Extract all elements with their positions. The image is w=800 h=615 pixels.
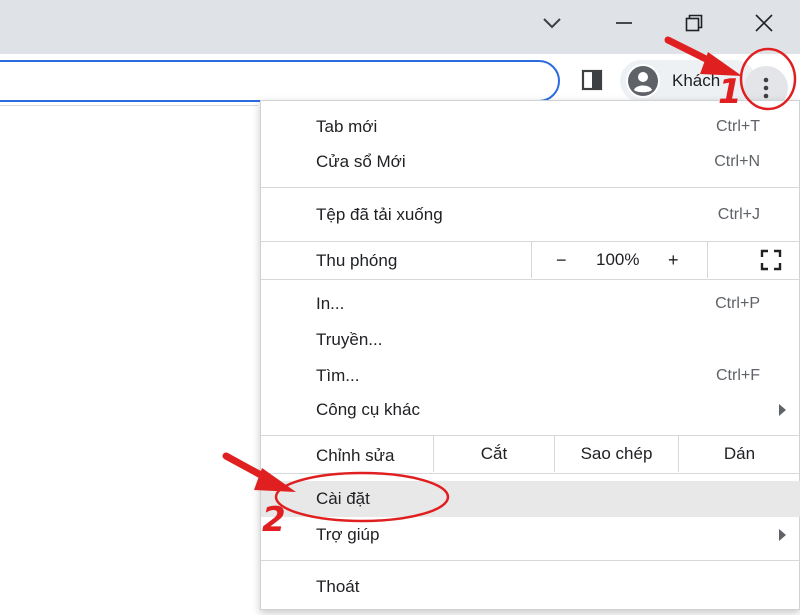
fullscreen-icon — [760, 249, 782, 271]
menu-item-shortcut: Ctrl+P — [715, 295, 760, 312]
step-1-label: 1 — [718, 72, 742, 112]
cut-button[interactable]: Cắt — [433, 436, 554, 472]
paste-button[interactable]: Dán — [678, 436, 800, 472]
menu-row-edit: Chỉnh sửa Cắt Sao chép Dán — [261, 436, 800, 472]
menu-item-label: Tệp đã tải xuống — [316, 205, 443, 224]
side-panel-icon — [581, 69, 603, 91]
menu-item-label: Cài đặt — [316, 489, 370, 508]
menu-item-new-tab[interactable]: Tab mới Ctrl+T — [261, 109, 800, 145]
menu-item-shortcut: Ctrl+T — [716, 118, 760, 135]
toolbar: Khách — [0, 54, 800, 110]
menu-row-zoom: Thu phóng − 100% + — [261, 242, 800, 278]
edit-label: Chỉnh sửa — [316, 446, 395, 465]
tab-search-button[interactable] — [532, 0, 572, 46]
menu-item-label: Thoát — [316, 577, 360, 596]
restore-button[interactable] — [674, 0, 714, 46]
menu-item-label: Tìm... — [316, 366, 360, 385]
minimize-icon — [616, 22, 632, 24]
address-bar[interactable] — [0, 60, 560, 102]
menu-separator — [261, 187, 800, 188]
submenu-arrow-icon — [779, 529, 786, 541]
toolbar-divider — [0, 105, 258, 106]
menu-item-shortcut: Ctrl+N — [714, 153, 760, 170]
browser-window: Khách Tab mới Ctrl+T Cửa sổ Mới Ctrl+N T… — [0, 0, 800, 615]
menu-item-cast[interactable]: Truyền... — [261, 322, 800, 358]
avatar — [626, 64, 660, 98]
step-2-label: 2 — [262, 500, 286, 540]
menu-item-find[interactable]: Tìm... Ctrl+F — [261, 358, 800, 394]
three-dots-vertical-icon — [763, 77, 769, 99]
chrome-menu: Tab mới Ctrl+T Cửa sổ Mới Ctrl+N Tệp đã … — [260, 100, 800, 610]
menu-item-print[interactable]: In... Ctrl+P — [261, 286, 800, 322]
menu-item-new-window[interactable]: Cửa sổ Mới Ctrl+N — [261, 144, 800, 180]
close-button[interactable] — [744, 0, 784, 46]
menu-item-more-tools[interactable]: Công cụ khác — [261, 392, 800, 428]
chevron-down-icon — [543, 18, 561, 29]
menu-item-exit[interactable]: Thoát — [261, 569, 800, 605]
zoom-controls: − 100% + — [531, 242, 707, 278]
side-panel-button[interactable] — [580, 68, 604, 92]
menu-item-shortcut: Ctrl+F — [716, 367, 760, 384]
menu-item-label: In... — [316, 294, 345, 313]
profile-name: Khách — [672, 71, 721, 90]
menu-separator — [261, 279, 800, 280]
copy-button[interactable]: Sao chép — [554, 436, 678, 472]
title-bar — [0, 0, 800, 54]
menu-item-help[interactable]: Trợ giúp — [261, 517, 800, 553]
close-icon — [755, 14, 773, 32]
menu-item-label: Tab mới — [316, 117, 378, 136]
zoom-in-button[interactable]: + — [668, 250, 679, 271]
menu-item-label: Công cụ khác — [316, 400, 420, 419]
menu-item-shortcut: Ctrl+J — [717, 206, 760, 223]
minimize-button[interactable] — [604, 0, 644, 46]
user-icon — [628, 66, 658, 96]
menu-item-label: Truyền... — [316, 330, 383, 349]
submenu-arrow-icon — [779, 404, 786, 416]
menu-item-downloads[interactable]: Tệp đã tải xuống Ctrl+J — [261, 197, 800, 233]
menu-separator — [261, 560, 800, 561]
zoom-level: 100% — [596, 250, 640, 269]
menu-separator — [261, 473, 800, 474]
zoom-label: Thu phóng — [316, 251, 398, 270]
fullscreen-button[interactable] — [707, 242, 800, 278]
zoom-out-button[interactable]: − — [556, 250, 567, 271]
menu-item-label: Cửa sổ Mới — [316, 152, 406, 171]
menu-item-label: Trợ giúp — [316, 525, 380, 544]
menu-item-settings[interactable]: Cài đặt — [261, 481, 800, 517]
restore-icon — [685, 14, 703, 32]
